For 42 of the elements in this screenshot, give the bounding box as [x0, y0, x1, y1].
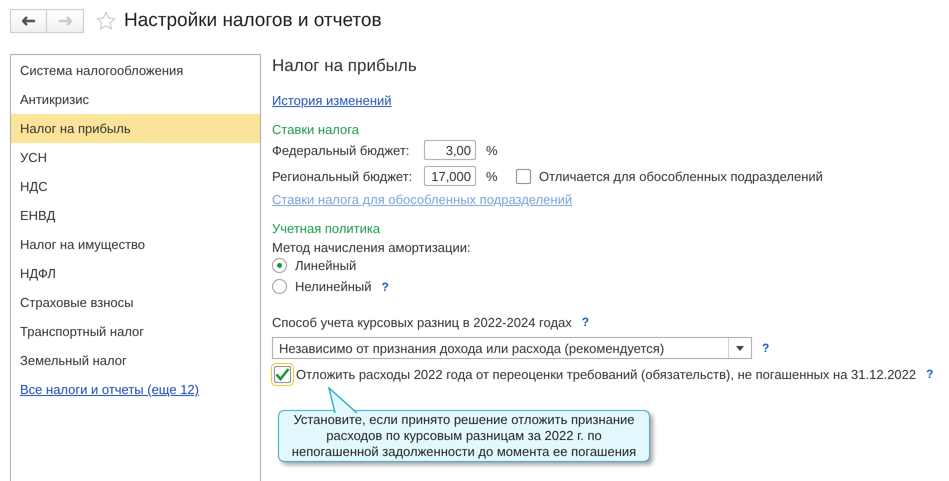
radio-label: Линейный — [295, 258, 356, 273]
sidebar-item[interactable]: ЕНВД — [11, 201, 260, 230]
regional-rate-field[interactable]: 17,000 — [424, 166, 476, 186]
window-title: Настройки налогов и отчетов — [124, 10, 382, 32]
depreciation-method-label: Метод начисления амортизации: — [272, 240, 471, 255]
section-heading: Налог на прибыль — [272, 56, 417, 76]
sidebar-item[interactable]: УСН — [11, 143, 260, 172]
help-icon[interactable]: ? — [582, 315, 590, 329]
federal-rate-field[interactable]: 3,00 — [424, 140, 476, 160]
field-label: Федеральный бюджет: — [272, 142, 410, 158]
sidebar-item[interactable]: НДФЛ — [11, 259, 260, 288]
sidebar-item[interactable]: Транспортный налог — [11, 317, 260, 346]
checkbox[interactable] — [516, 168, 531, 184]
back-arrow-icon — [22, 16, 36, 26]
caret-icon — [736, 346, 744, 350]
sidebar-item[interactable]: Антикризис — [11, 85, 260, 114]
sidebar-item[interactable]: Налог на имущество — [11, 230, 260, 259]
back-button[interactable] — [10, 9, 47, 33]
radio-label: Нелинейный — [295, 279, 372, 294]
all-taxes-link[interactable]: Все налоги и отчеты (еще 12) — [11, 375, 199, 404]
radio-button[interactable] — [272, 258, 287, 273]
sidebar-item[interactable]: Страховые взносы — [11, 288, 260, 317]
sidebar-item[interactable]: НДС — [11, 172, 260, 201]
forward-arrow-icon — [58, 16, 72, 26]
percent-sign: % — [486, 168, 499, 184]
exchange-method-label: Способ учета курсовых разниц в 2022-2024 годах — [272, 314, 572, 330]
group-title: Ставки налога — [272, 122, 359, 137]
help-icon[interactable]: ? — [762, 341, 770, 355]
field-label: Региональный бюджет: — [272, 168, 414, 184]
help-icon[interactable]: ? — [926, 367, 934, 381]
radio-button[interactable] — [272, 279, 287, 294]
sidebar-item[interactable]: Налог на прибыль — [11, 114, 260, 143]
checkbox-label: Отложить расходы 2022 года от переоценки требований (обязательств), не погашенных на 31.12.2022 — [296, 366, 916, 382]
star-icon[interactable] — [96, 11, 116, 31]
help-icon[interactable]: ? — [382, 280, 389, 294]
exchange-method-dropdown[interactable]: Независимо от признания дохода или расхода (рекомендуется) — [272, 337, 752, 359]
sidebar-item[interactable]: Система налогообложения — [11, 56, 260, 85]
percent-sign: % — [486, 142, 499, 158]
sidebar-item[interactable]: Земельный налог — [11, 346, 260, 375]
history-link[interactable]: История изменений — [272, 93, 392, 108]
checkbox-label: Отличается для обособленных подразделений — [539, 168, 823, 184]
group-title: Учетная политика — [272, 221, 380, 236]
